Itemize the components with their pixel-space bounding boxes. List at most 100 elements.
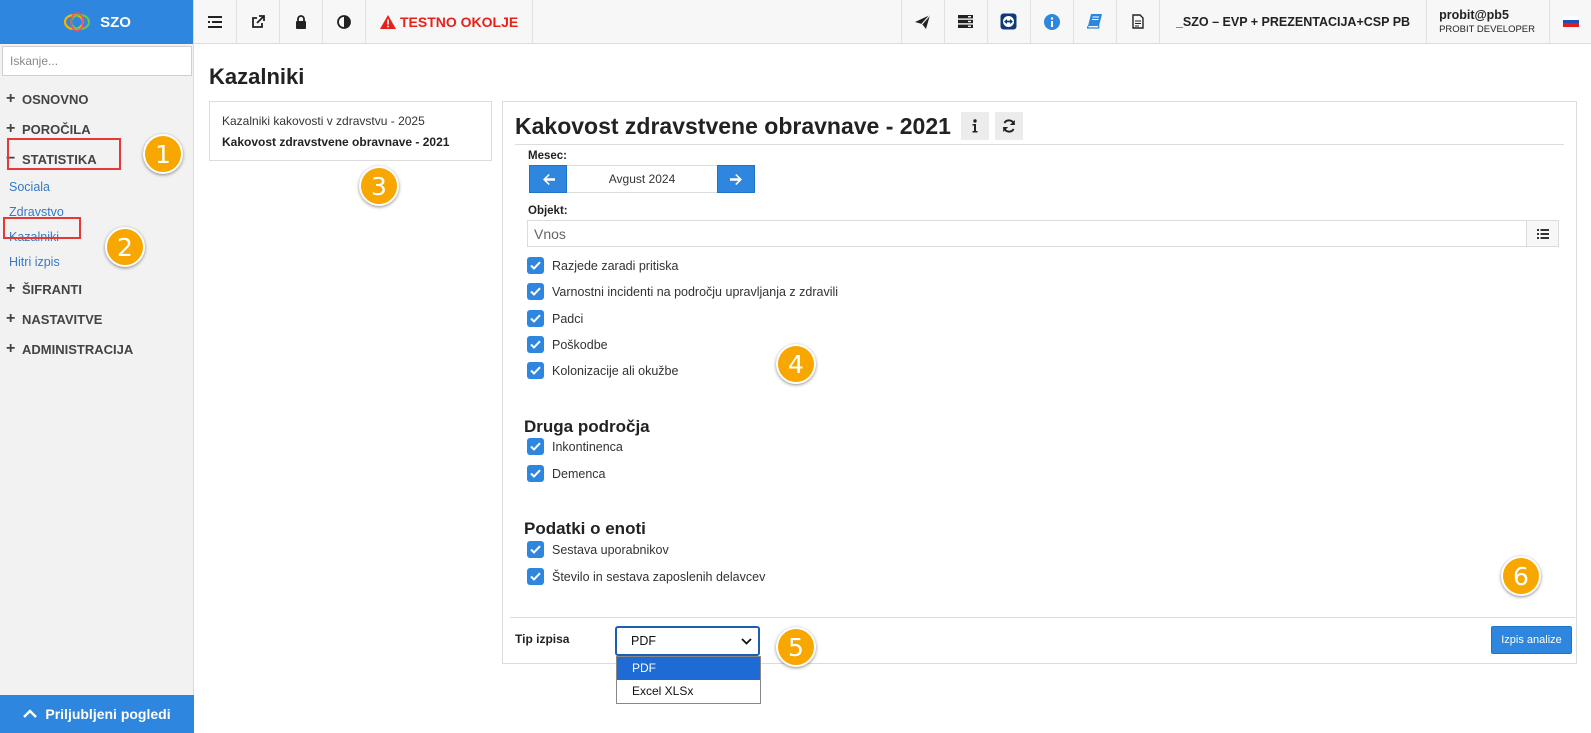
user-menu[interactable]: probit@pb5 PROBIT DEVELOPER <box>1426 0 1549 43</box>
check-icon <box>527 541 544 558</box>
lock-button[interactable] <box>280 0 323 43</box>
sidebar-item-hitri-izpis[interactable]: Hitri izpis <box>0 249 193 274</box>
top-bar: TESTNO OKOLJE _SZO – EVP + PREZENTACIJA+… <box>194 0 1591 44</box>
warning-icon <box>380 14 396 29</box>
check-icon <box>527 283 544 300</box>
checkbox-label: Razjede zaradi pritiska <box>552 258 679 273</box>
search-input[interactable] <box>2 46 192 76</box>
divider <box>515 144 1564 145</box>
organization-selector[interactable]: _SZO – EVP + PREZENTACIJA+CSP PB <box>1158 0 1426 43</box>
month-picker: Avgust 2024 <box>529 165 755 193</box>
form-header: Kakovost zdravstvene obravnave - 2021 <box>515 112 1023 140</box>
checkbox-label: Inkontinenca <box>552 439 623 454</box>
arrow-left-icon <box>542 173 555 185</box>
object-list-button[interactable] <box>1527 220 1559 247</box>
server-icon <box>958 15 974 28</box>
plus-icon: + <box>6 120 16 137</box>
sidebar-section-sifranti[interactable]: + ŠIFRANTI <box>0 274 193 304</box>
plus-icon: + <box>6 340 16 357</box>
form-title: Kakovost zdravstvene obravnave - 2021 <box>515 112 951 139</box>
checkbox-infections[interactable]: Kolonizacije ali okužbe <box>527 362 678 379</box>
checkbox-label: Padci <box>552 311 584 326</box>
checkbox-falls[interactable]: Padci <box>527 310 583 327</box>
sidebar-section-label: OSNOVNO <box>22 91 89 107</box>
check-icon <box>527 310 544 327</box>
plus-icon: + <box>6 310 16 327</box>
language-selector[interactable] <box>1549 0 1591 43</box>
check-icon <box>527 336 544 353</box>
checkbox-incontinence[interactable]: Inkontinenca <box>527 438 623 455</box>
checkbox-employee-structure[interactable]: Število in sestava zaposlenih delavcev <box>527 568 765 585</box>
refresh-icon <box>1003 119 1015 133</box>
dropdown-option-pdf[interactable]: PDF <box>617 657 760 680</box>
output-type-value: PDF <box>631 634 656 648</box>
info-button[interactable] <box>1029 0 1073 43</box>
highlight-box <box>7 138 121 170</box>
chevron-down-icon <box>741 637 752 645</box>
test-environment-label: TESTNO OKOLJE <box>366 0 534 43</box>
page-title: Kazalniki <box>209 64 305 89</box>
check-icon <box>527 257 544 274</box>
test-environment-text: TESTNO OKOLJE <box>400 13 519 30</box>
divider <box>510 617 1575 618</box>
dropdown-option-excel[interactable]: Excel XLSx <box>617 680 760 703</box>
list-icon <box>1536 228 1549 239</box>
object-field <box>527 220 1559 247</box>
favorites-button[interactable]: Priljubljeni pogledi <box>0 695 194 733</box>
chevron-up-icon <box>23 709 38 718</box>
book-icon <box>1086 14 1102 29</box>
refresh-button[interactable] <box>994 112 1023 140</box>
brand-name: SZO <box>100 13 131 31</box>
section-heading-unit: Podatki o enoti <box>524 519 646 538</box>
checkbox-dementia[interactable]: Demenca <box>527 465 606 482</box>
previous-month-button[interactable] <box>529 165 567 193</box>
annotation-badge: 3 <box>359 166 399 206</box>
output-type-select[interactable]: PDF <box>615 626 760 656</box>
annotation-badge: 2 <box>105 227 145 267</box>
teamviewer-icon <box>1000 13 1017 30</box>
sidebar: SZO + OSNOVNO + POROČILA − STATISTIKA So… <box>0 0 194 733</box>
document-button[interactable] <box>1115 0 1159 43</box>
info-icon <box>972 119 978 133</box>
contrast-button[interactable] <box>323 0 366 43</box>
open-new-window-button[interactable] <box>237 0 280 43</box>
report-item[interactable]: Kazalniki kakovosti v zdravstvu - 2025 <box>222 111 479 132</box>
lock-icon <box>296 14 306 29</box>
checkbox-user-structure[interactable]: Sestava uporabnikov <box>527 541 669 558</box>
list-icon <box>208 15 222 28</box>
checkbox-pressure-ulcers[interactable]: Razjede zaradi pritiska <box>527 257 678 274</box>
toggle-menu-button[interactable] <box>194 0 237 43</box>
brand[interactable]: SZO <box>0 0 193 44</box>
info-button[interactable] <box>960 112 989 140</box>
check-icon <box>527 438 544 455</box>
server-button[interactable] <box>943 0 987 43</box>
sidebar-section-osnovno[interactable]: + OSNOVNO <box>0 84 193 114</box>
user-role: PROBIT DEVELOPER <box>1439 24 1535 35</box>
output-type-label: Tip izpisa <box>515 632 570 646</box>
contrast-icon <box>337 14 351 29</box>
output-type-dropdown: PDF Excel XLSx <box>616 656 761 704</box>
report-item-active[interactable]: Kakovost zdravstvene obravnave - 2021 <box>222 132 479 153</box>
sidebar-section-nastavitve[interactable]: + NASTAVITVE <box>0 304 193 334</box>
month-label: Mesec: <box>528 150 567 162</box>
sidebar-item-sociala[interactable]: Sociala <box>0 174 193 199</box>
annotation-badge: 5 <box>776 627 816 667</box>
slovenia-flag-icon <box>1562 16 1579 28</box>
checkbox-medication-incidents[interactable]: Varnostni incidenti na področju upravlja… <box>527 283 838 300</box>
remote-support-button[interactable] <box>986 0 1030 43</box>
checkbox-injuries[interactable]: Poškodbe <box>527 336 608 353</box>
next-month-button[interactable] <box>717 165 755 193</box>
checkbox-label: Varnostni incidenti na področju upravlja… <box>552 284 839 299</box>
checkbox-label: Kolonizacije ali okužbe <box>552 363 679 378</box>
check-icon <box>527 568 544 585</box>
user-name: probit@pb5 <box>1439 8 1509 22</box>
info-icon <box>1043 13 1060 30</box>
sidebar-section-administracija[interactable]: + ADMINISTRACIJA <box>0 334 193 364</box>
object-input[interactable] <box>527 220 1527 247</box>
run-analysis-button[interactable]: Izpis analize <box>1491 626 1572 654</box>
send-button[interactable] <box>900 0 944 43</box>
manual-button[interactable] <box>1072 0 1116 43</box>
checkbox-label: Sestava uporabnikov <box>552 542 669 557</box>
section-heading-other: Druga področja <box>524 417 650 436</box>
checkbox-label: Število in sestava zaposlenih delavcev <box>552 569 766 584</box>
